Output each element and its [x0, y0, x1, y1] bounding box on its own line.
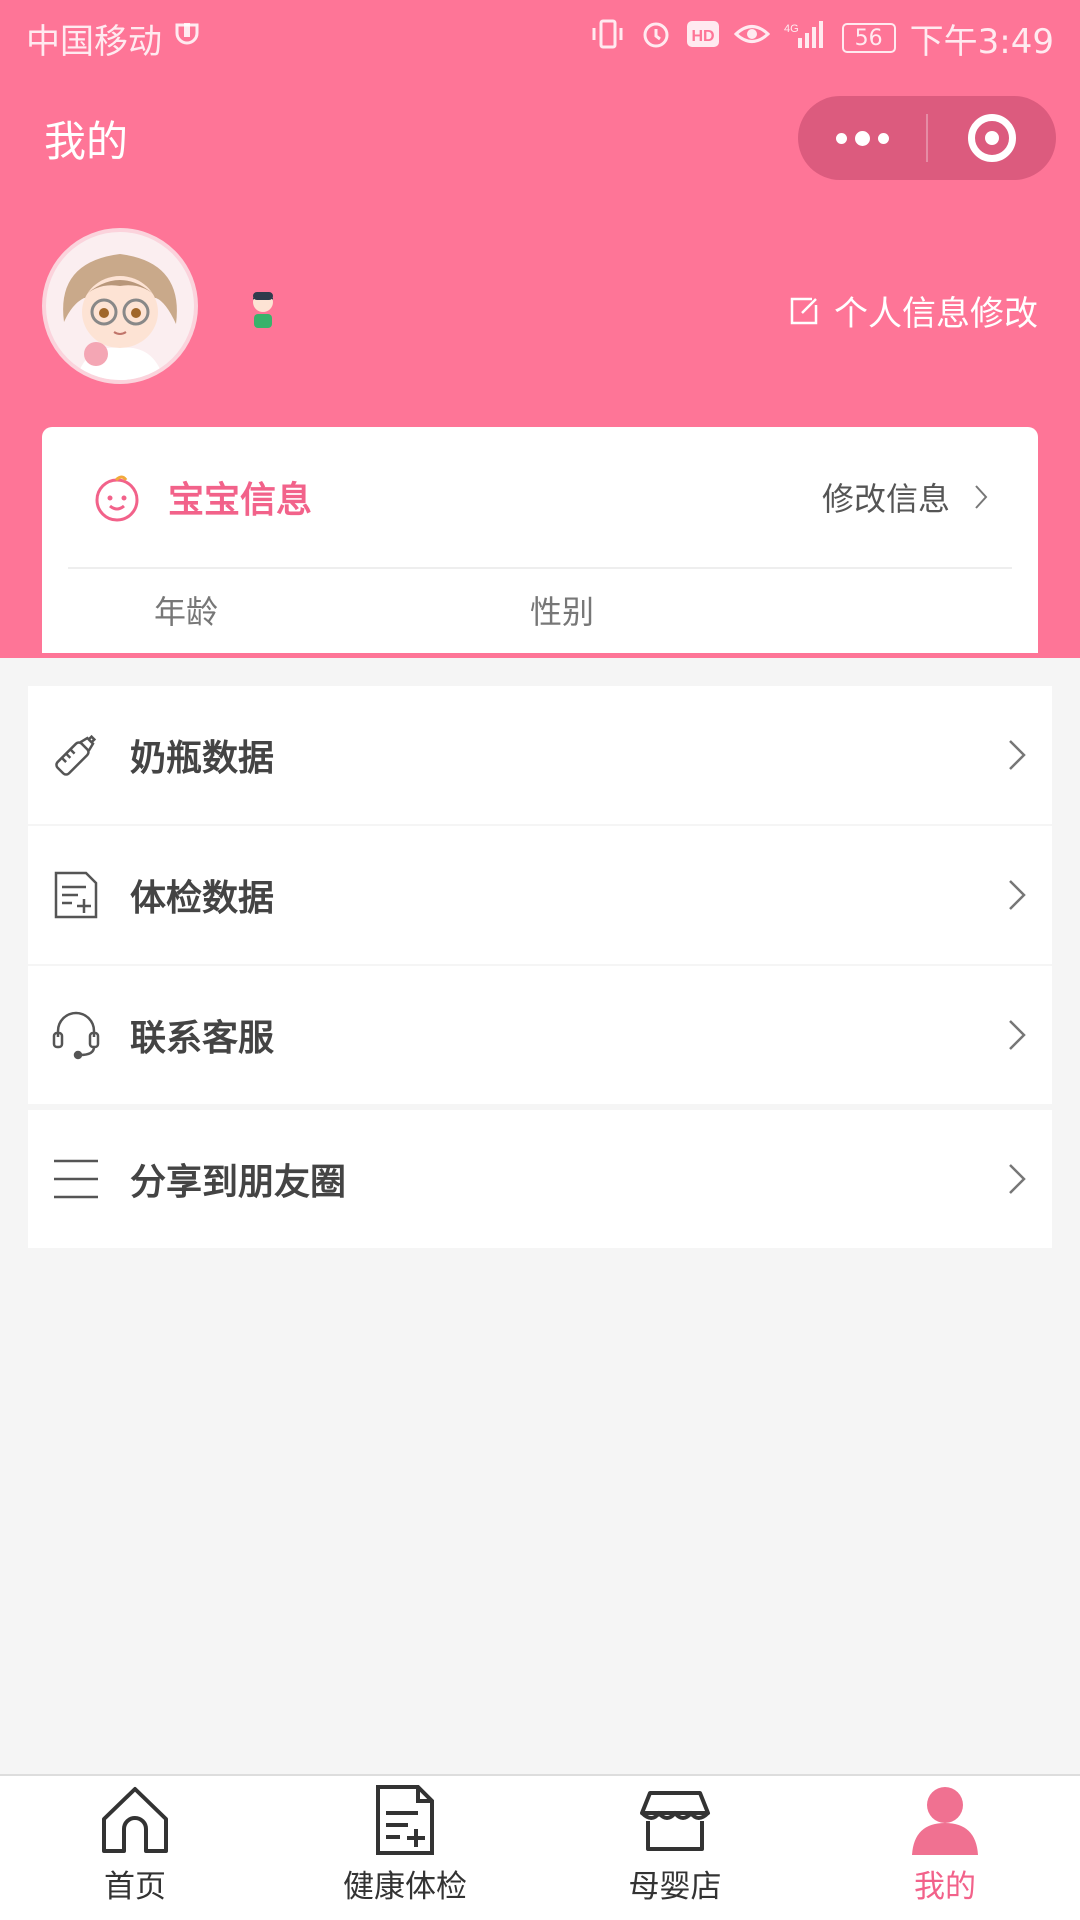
- tab-mine[interactable]: 我的: [810, 1776, 1080, 1920]
- hd-icon: HD: [686, 19, 720, 57]
- user-badge-icon: [248, 290, 278, 330]
- menu-lines-icon: [54, 1159, 98, 1199]
- menu-item-label: 联系客服: [130, 1018, 275, 1059]
- menu-item-checkup-data[interactable]: 体检数据: [28, 826, 1052, 964]
- mini-program-capsule: [798, 96, 1056, 180]
- tab-bar: 首页 健康体检 母婴店 我的: [0, 1774, 1080, 1920]
- baby-card-title: 宝宝信息: [168, 480, 313, 521]
- edit-icon: [790, 297, 818, 324]
- tab-label: 健康体检: [343, 1869, 467, 1905]
- baby-info-card: 宝宝信息 修改信息 年龄 性别: [42, 427, 1038, 653]
- menu-item-label: 奶瓶数据: [130, 738, 275, 779]
- baby-bottle-icon: [55, 734, 97, 776]
- tab-health-checkup[interactable]: 健康体检: [270, 1776, 540, 1920]
- edit-baby-info-label: 修改信息: [821, 480, 950, 518]
- tab-label: 母婴店: [628, 1869, 722, 1905]
- signal-icon: 4G: [784, 18, 828, 58]
- user-icon: [912, 1787, 978, 1855]
- chevron-right-icon: [1009, 1164, 1026, 1194]
- tab-label: 我的: [914, 1869, 976, 1905]
- edit-profile-button[interactable]: 个人信息修改: [788, 286, 1038, 335]
- carrier-label: 中国移动: [26, 21, 162, 62]
- chevron-right-icon: [1009, 1020, 1026, 1050]
- target-icon: [968, 114, 1016, 162]
- chevron-right-icon: [975, 485, 988, 509]
- checkup-document-icon: [54, 871, 98, 919]
- tab-label: 首页: [104, 1869, 166, 1905]
- document-add-icon: [376, 1785, 434, 1855]
- more-dots-icon: [835, 130, 889, 146]
- status-time: 下午3:49: [909, 21, 1054, 62]
- notification-icon: [172, 19, 202, 57]
- status-bar: 中国移动 HD 4G 56 下午3:49: [0, 0, 1080, 76]
- close-button[interactable]: [928, 96, 1056, 180]
- battery-indicator: 56: [841, 23, 896, 53]
- tab-baby-store[interactable]: 母婴店: [540, 1776, 810, 1920]
- baby-face-icon: [95, 475, 139, 522]
- headset-icon: [52, 1011, 100, 1060]
- navbar: 我的: [0, 90, 1080, 186]
- menu-item-label: 体检数据: [130, 878, 275, 919]
- menu-item-label: 分享到朋友圈: [130, 1162, 347, 1203]
- tab-home[interactable]: 首页: [0, 1776, 270, 1920]
- menu-item-bottle-data[interactable]: 奶瓶数据: [28, 686, 1052, 824]
- baby-field-age: 年龄: [154, 593, 219, 631]
- menu-item-share-moments[interactable]: 分享到朋友圈: [28, 1110, 1052, 1248]
- store-icon: [640, 1791, 710, 1851]
- alarm-icon: [640, 18, 672, 58]
- more-button[interactable]: [798, 96, 926, 180]
- avatar[interactable]: [42, 228, 198, 384]
- menu-list: 奶瓶数据 体检数据 联系客服 分享到朋友圈: [28, 686, 1052, 1250]
- chevron-right-icon: [1009, 880, 1026, 910]
- eye-icon: [733, 19, 770, 57]
- vibrate-icon: [590, 18, 626, 58]
- edit-baby-info-button[interactable]: 修改信息: [822, 474, 988, 520]
- page-title: 我的: [44, 116, 129, 166]
- menu-item-customer-service[interactable]: 联系客服: [28, 966, 1052, 1104]
- edit-profile-label: 个人信息修改: [834, 294, 1038, 334]
- baby-card-header: 宝宝信息 修改信息: [68, 427, 1012, 569]
- svg-text:4G: 4G: [784, 23, 799, 35]
- svg-text:HD: HD: [691, 28, 714, 45]
- baby-fields-row: 年龄 性别: [42, 569, 1038, 651]
- chevron-right-icon: [1009, 740, 1026, 770]
- home-icon: [102, 1787, 168, 1853]
- baby-field-gender: 性别: [530, 593, 595, 631]
